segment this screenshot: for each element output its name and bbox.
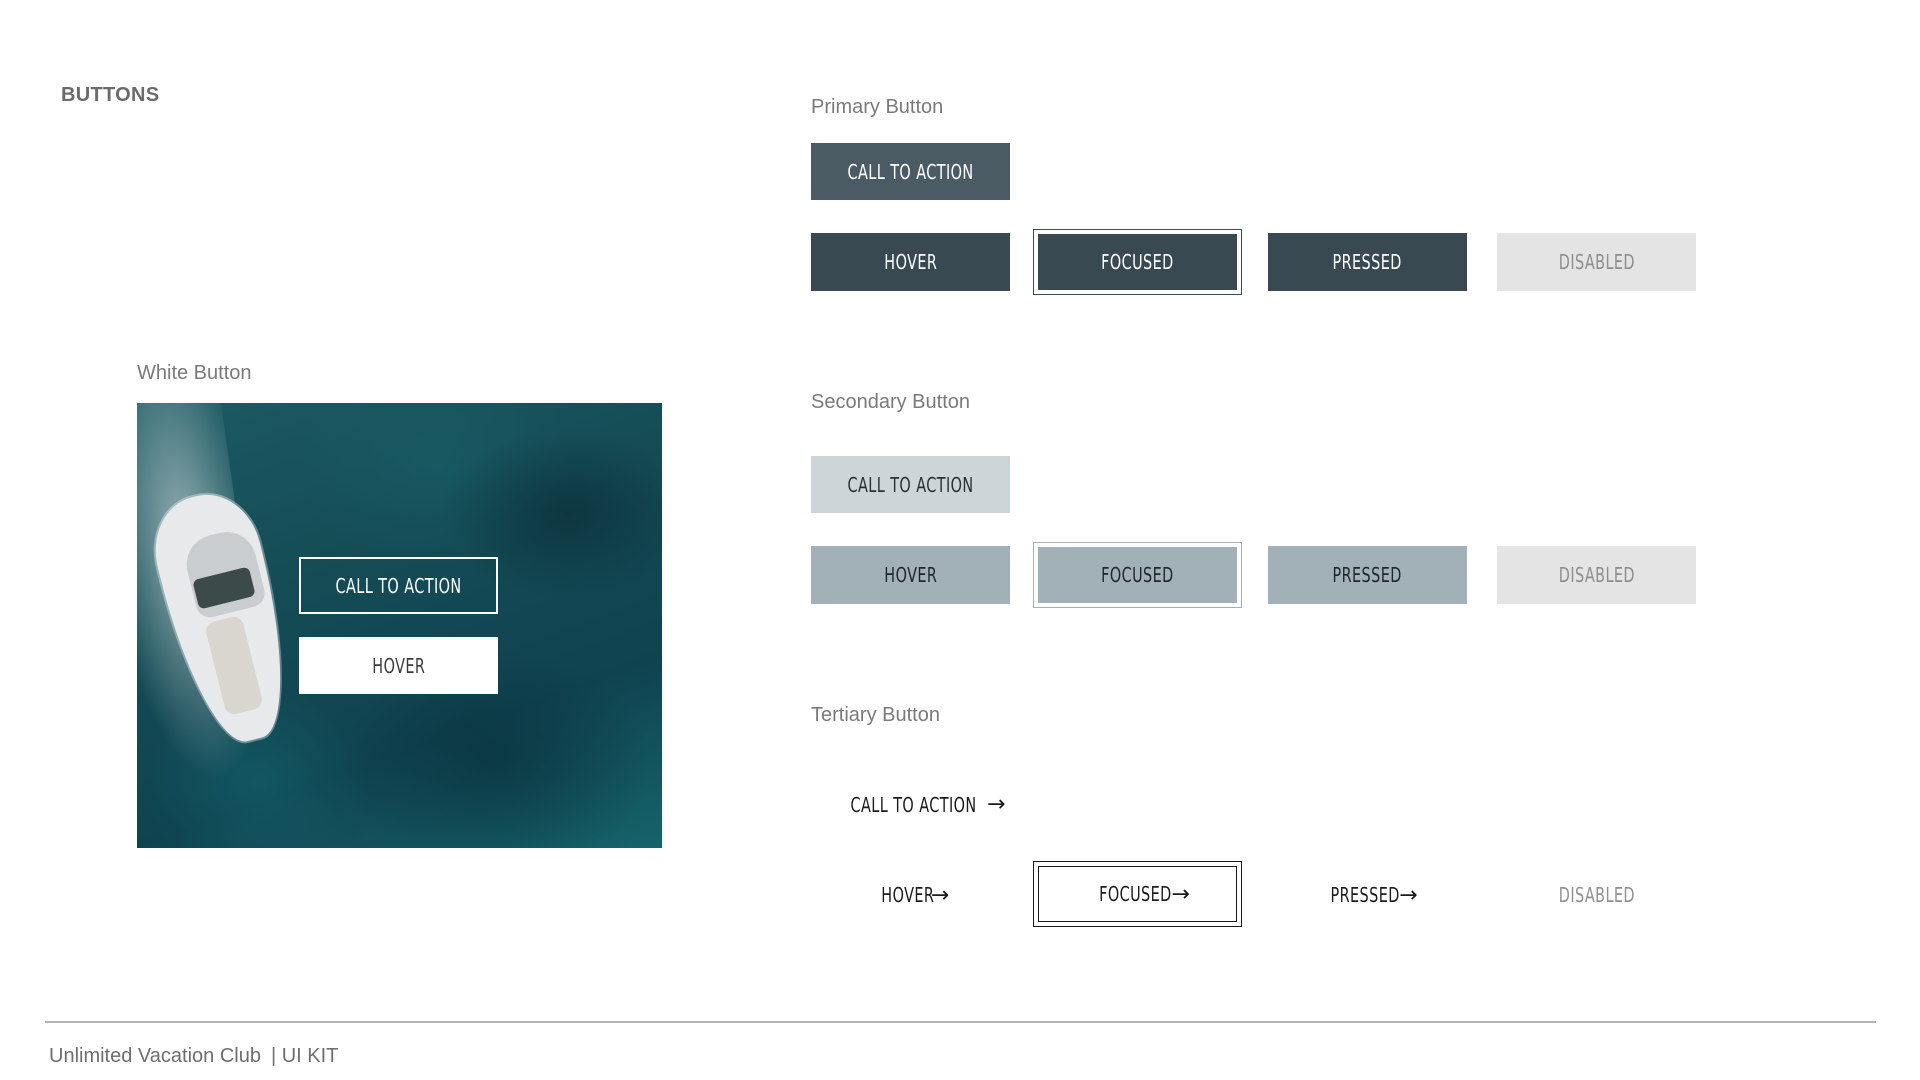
footer-brand: Unlimited Vacation Club xyxy=(49,1045,261,1067)
white-cta-button[interactable]: CALL TO ACTION xyxy=(299,557,498,614)
tertiary-button-label: Tertiary Button xyxy=(811,704,940,726)
tertiary-pressed-label: PRESSED xyxy=(1330,883,1400,907)
secondary-disabled-button: DISABLED xyxy=(1497,546,1696,604)
secondary-hover-label: HOVER xyxy=(883,563,938,587)
tertiary-pressed-button[interactable]: PRESSED → xyxy=(1268,866,1467,924)
tertiary-hover-button[interactable]: HOVER → xyxy=(811,866,1010,924)
footer-suffix: | UI KIT xyxy=(270,1045,339,1067)
primary-cta-label: CALL TO ACTION xyxy=(847,159,974,184)
footer-divider xyxy=(45,1021,1876,1023)
white-hover-button[interactable]: HOVER xyxy=(299,637,498,694)
primary-cta-button[interactable]: CALL TO ACTION xyxy=(811,143,1010,200)
tertiary-disabled-button: DISABLED xyxy=(1497,866,1696,924)
footer: Unlimited Vacation Club | UI KIT xyxy=(49,1045,338,1068)
primary-hover-button[interactable]: HOVER xyxy=(811,233,1010,291)
tertiary-focused-label: FOCUSED xyxy=(1098,882,1172,906)
primary-button-label: Primary Button xyxy=(811,96,944,118)
tertiary-focused-button[interactable]: FOCUSED → xyxy=(1033,861,1242,927)
white-button-label: White Button xyxy=(137,362,252,384)
arrow-right-icon: → xyxy=(1399,882,1419,908)
primary-focused-inner: FOCUSED xyxy=(1038,234,1237,290)
primary-disabled-button: DISABLED xyxy=(1497,233,1696,291)
secondary-pressed-label: PRESSED xyxy=(1332,563,1403,587)
section-title: BUTTONS xyxy=(61,84,160,106)
secondary-focused-label: FOCUSED xyxy=(1101,563,1174,587)
primary-disabled-label: DISABLED xyxy=(1558,250,1635,274)
tertiary-cta-label: CALL TO ACTION xyxy=(850,792,977,817)
sea-background-image: CALL TO ACTION HOVER xyxy=(137,403,662,848)
arrow-right-icon: → xyxy=(987,792,1007,817)
arrow-right-icon: → xyxy=(1171,881,1191,907)
tertiary-cta-button[interactable]: CALL TO ACTION → xyxy=(811,776,1021,833)
secondary-button-label: Secondary Button xyxy=(811,391,970,413)
secondary-disabled-label: DISABLED xyxy=(1558,563,1635,587)
secondary-cta-label: CALL TO ACTION xyxy=(847,472,974,497)
primary-focused-label: FOCUSED xyxy=(1101,250,1174,274)
secondary-focused-button[interactable]: FOCUSED xyxy=(1033,542,1242,608)
tertiary-disabled-label: DISABLED xyxy=(1558,883,1635,907)
white-cta-label: CALL TO ACTION xyxy=(335,573,462,598)
primary-hover-label: HOVER xyxy=(883,250,938,274)
secondary-focused-inner: FOCUSED xyxy=(1038,547,1237,603)
tertiary-hover-label: HOVER xyxy=(881,883,935,907)
primary-pressed-label: PRESSED xyxy=(1332,250,1403,274)
white-hover-label: HOVER xyxy=(371,653,426,678)
primary-focused-button[interactable]: FOCUSED xyxy=(1033,229,1242,295)
secondary-cta-button[interactable]: CALL TO ACTION xyxy=(811,456,1010,513)
secondary-pressed-button[interactable]: PRESSED xyxy=(1268,546,1467,604)
secondary-hover-button[interactable]: HOVER xyxy=(811,546,1010,604)
tertiary-focused-inner: FOCUSED → xyxy=(1038,866,1237,922)
primary-pressed-button[interactable]: PRESSED xyxy=(1268,233,1467,291)
